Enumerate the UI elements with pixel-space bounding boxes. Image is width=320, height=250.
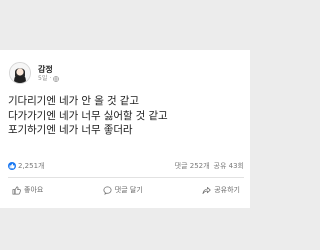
avatar[interactable] [9, 62, 31, 84]
comment-label: 댓글 달기 [114, 186, 143, 194]
post-body: 기다리기엔 네가 안 올 것 같고 다가가기엔 네가 너무 싫어할 것 같고 포… [8, 94, 244, 138]
author-name[interactable]: 감정 [38, 65, 53, 75]
comment-icon [103, 186, 112, 195]
comment-button[interactable]: 댓글 달기 [99, 183, 147, 197]
share-count[interactable]: 공유 43회 [214, 161, 244, 171]
post-card: 감정 5일 · 기다리기엔 네가 안 올 것 같고 다가가기엔 네가 너무 싫어… [0, 50, 250, 208]
comment-count[interactable]: 댓글 252개 [175, 161, 210, 171]
post-line: 기다리기엔 네가 안 올 것 같고 [8, 95, 139, 107]
share-icon [202, 186, 211, 194]
thumbs-up-icon [12, 186, 21, 194]
globe-icon [53, 76, 60, 82]
reaction-summary[interactable]: 2,251개 [8, 161, 44, 171]
post-line: 포기하기엔 네가 너무 좋더라 [8, 124, 133, 136]
share-button[interactable]: 공유하기 [198, 183, 244, 197]
reaction-count: 2,251개 [18, 162, 45, 170]
post-meta: 5일 · [38, 75, 60, 83]
like-badge-icon [8, 162, 16, 170]
separator-dot: · [49, 75, 52, 82]
post-stats: 2,251개 댓글 252개 공유 43회 [8, 161, 244, 171]
action-bar: 좋아요 댓글 달기 공유하기 [8, 181, 244, 199]
post-header: 감정 5일 · [9, 62, 209, 88]
like-label: 좋아요 [24, 186, 44, 194]
share-label: 공유하기 [214, 186, 240, 194]
divider [8, 177, 244, 178]
post-line: 다가가기엔 네가 너무 싫어할 것 같고 [8, 109, 168, 122]
post-time[interactable]: 5일 [38, 75, 47, 83]
like-button[interactable]: 좋아요 [8, 183, 47, 197]
